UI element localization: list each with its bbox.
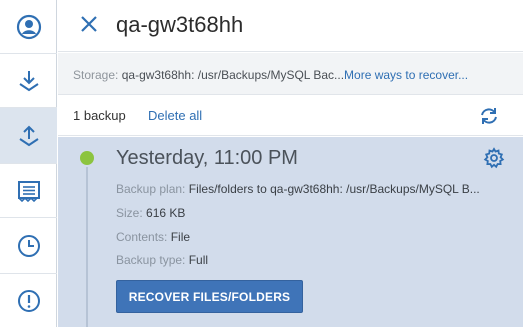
sidebar-item-recovery[interactable] (0, 108, 57, 164)
delete-all-link[interactable]: Delete all (148, 108, 202, 123)
backup-list-item[interactable]: Yesterday, 11:00 PM Backup plan: Files/f… (58, 137, 523, 327)
storage-value: qa-gw3t68hh: /usr/Backups/MySQL Bac... (121, 68, 345, 82)
exclamation-icon (16, 288, 42, 314)
sidebar-item-alerts[interactable] (0, 274, 57, 327)
sidebar-rail (0, 0, 57, 327)
timeline-line (86, 167, 88, 327)
backup-count: 1 backup (73, 108, 126, 123)
status-dot (80, 151, 94, 165)
download-icon (16, 68, 42, 94)
backup-plan-row: Backup plan: Files/folders to qa-gw3t68h… (116, 182, 480, 196)
backup-plan-label: Backup plan: (116, 182, 186, 196)
recovery-panel: qa-gw3t68hh Storage: qa-gw3t68hh: /usr/B… (58, 0, 523, 327)
backup-time: Yesterday, 11:00 PM (116, 147, 298, 169)
sidebar-item-account[interactable] (0, 0, 57, 54)
contents-label: Contents: (116, 230, 168, 244)
size-value: 616 KB (146, 206, 186, 220)
page-title: qa-gw3t68hh (116, 12, 244, 37)
contents-row: Contents: File (116, 230, 190, 244)
backup-list-header: 1 backup Delete all (58, 96, 523, 136)
upload-icon (16, 123, 42, 149)
close-icon[interactable] (78, 13, 100, 35)
backup-type-label: Backup type: (116, 253, 186, 267)
storage-bar: Storage: qa-gw3t68hh: /usr/Backups/MySQL… (58, 53, 523, 95)
sidebar-item-backup[interactable] (0, 54, 57, 108)
contents-value: File (170, 230, 191, 244)
sidebar-item-activities[interactable] (0, 164, 57, 218)
user-circle-icon (16, 14, 42, 40)
refresh-icon[interactable] (478, 105, 500, 127)
backup-plan-value: Files/folders to qa-gw3t68hh: /usr/Backu… (188, 182, 480, 196)
recover-files-folders-button[interactable]: RECOVER FILES/FOLDERS (116, 280, 303, 313)
clock-icon (16, 233, 42, 259)
list-icon (16, 178, 42, 204)
size-row: Size: 616 KB (116, 206, 185, 220)
more-ways-to-recover-link[interactable]: More ways to recover... (344, 68, 468, 82)
backup-type-row: Backup type: Full (116, 253, 208, 267)
gear-icon[interactable] (483, 147, 505, 169)
size-label: Size: (116, 206, 143, 220)
panel-header: qa-gw3t68hh (58, 0, 523, 52)
backup-type-value: Full (188, 253, 209, 267)
storage-label: Storage: (73, 68, 119, 82)
sidebar-item-schedule[interactable] (0, 218, 57, 274)
